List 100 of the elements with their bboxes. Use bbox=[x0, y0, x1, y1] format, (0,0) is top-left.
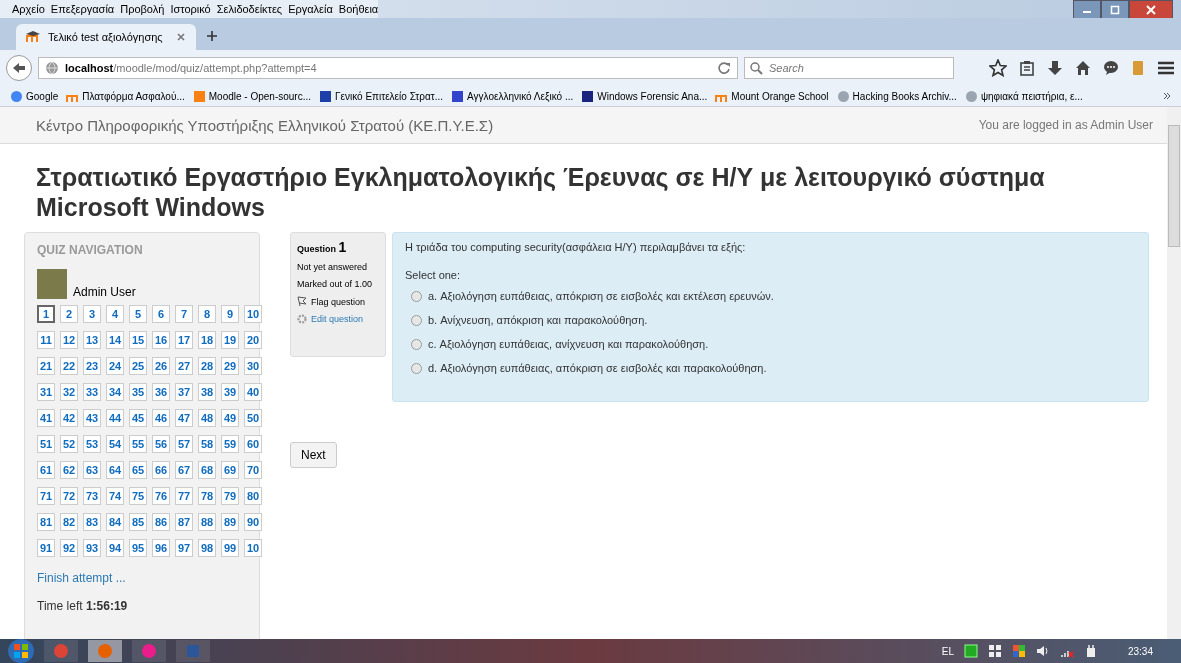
star-icon[interactable] bbox=[989, 59, 1007, 77]
menu-icon[interactable] bbox=[1157, 60, 1175, 76]
question-number-button[interactable]: 72 bbox=[60, 487, 78, 505]
question-number-button[interactable]: 61 bbox=[37, 461, 55, 479]
speaker-icon[interactable] bbox=[1035, 644, 1050, 658]
clipboard-icon[interactable] bbox=[1019, 60, 1035, 76]
question-number-button[interactable]: 32 bbox=[60, 383, 78, 401]
question-number-button[interactable]: 40 bbox=[244, 383, 262, 401]
site-name[interactable]: Κέντρο Πληροφορικής Υποστήριξης Ελληνικού Στρατού (ΚΕ.Π.Υ.Ε.Σ) bbox=[36, 116, 494, 134]
question-number-button[interactable]: 71 bbox=[37, 487, 55, 505]
question-number-button[interactable]: 96 bbox=[152, 539, 170, 557]
question-number-button[interactable]: 59 bbox=[221, 435, 239, 453]
question-number-button[interactable]: 18 bbox=[198, 331, 216, 349]
question-number-button[interactable]: 60 bbox=[244, 435, 262, 453]
question-number-button[interactable]: 75 bbox=[129, 487, 147, 505]
question-number-button[interactable]: 2 bbox=[60, 305, 78, 323]
back-button[interactable] bbox=[6, 55, 32, 81]
question-number-button[interactable]: 20 bbox=[244, 331, 262, 349]
question-number-button[interactable]: 49 bbox=[221, 409, 239, 427]
bookmark-item[interactable]: Mount Orange School bbox=[715, 89, 829, 103]
question-number-button[interactable]: 67 bbox=[175, 461, 193, 479]
question-number-button[interactable]: 8 bbox=[198, 305, 216, 323]
question-number-button[interactable]: 68 bbox=[198, 461, 216, 479]
question-number-button[interactable]: 7 bbox=[175, 305, 193, 323]
question-number-button[interactable]: 14 bbox=[106, 331, 124, 349]
close-button[interactable] bbox=[1129, 0, 1173, 20]
question-number-button[interactable]: 88 bbox=[198, 513, 216, 531]
bookmark-item[interactable]: Γενικό Επιτελείο Στρατ... bbox=[319, 89, 444, 103]
question-number-button[interactable]: 39 bbox=[221, 383, 239, 401]
question-number-button[interactable]: 30 bbox=[244, 357, 262, 375]
question-number-button[interactable]: 19 bbox=[221, 331, 239, 349]
question-number-button[interactable]: 23 bbox=[83, 357, 101, 375]
answer-option[interactable]: a. Αξιολόγηση ευπάθειας, απόκριση σε εισβολές και εκτέλεση ερευνών. bbox=[428, 290, 774, 302]
menu-item[interactable]: Επεξεργασία bbox=[50, 3, 115, 15]
question-number-button[interactable]: 54 bbox=[106, 435, 124, 453]
menu-item[interactable]: Βοήθεια bbox=[338, 3, 379, 15]
flag-icon[interactable] bbox=[297, 296, 307, 307]
question-number-button[interactable]: 80 bbox=[244, 487, 262, 505]
question-number-button[interactable]: 41 bbox=[37, 409, 55, 427]
question-number-button[interactable]: 10 bbox=[244, 305, 262, 323]
menu-item[interactable]: Αρχείο bbox=[12, 3, 45, 15]
chat-bubble-icon[interactable] bbox=[1103, 60, 1119, 76]
question-number-button[interactable]: 16 bbox=[152, 331, 170, 349]
home-icon[interactable] bbox=[1075, 60, 1091, 76]
question-number-button[interactable]: 45 bbox=[129, 409, 147, 427]
scrollbar[interactable] bbox=[1167, 107, 1181, 639]
question-number-button[interactable]: 11 bbox=[37, 331, 55, 349]
question-number-button[interactable]: 78 bbox=[198, 487, 216, 505]
question-number-button[interactable]: 58 bbox=[198, 435, 216, 453]
question-number-button[interactable]: 66 bbox=[152, 461, 170, 479]
question-number-button[interactable]: 43 bbox=[83, 409, 101, 427]
question-number-button[interactable]: 15 bbox=[129, 331, 147, 349]
reload-icon[interactable] bbox=[717, 61, 731, 75]
question-number-button[interactable]: 25 bbox=[129, 357, 147, 375]
question-number-button[interactable]: 29 bbox=[221, 357, 239, 375]
question-number-button[interactable]: 94 bbox=[106, 539, 124, 557]
bookmark-item[interactable]: Google bbox=[10, 89, 59, 103]
more-bookmarks-icon[interactable] bbox=[1163, 92, 1171, 100]
question-number-button[interactable]: 48 bbox=[198, 409, 216, 427]
menu-item[interactable]: Σελιδοδείκτες bbox=[216, 3, 283, 15]
bookmark-item[interactable]: Πλατφόρμα Ασφαλού... bbox=[66, 89, 185, 103]
bookmark-item[interactable]: Hacking Books Archiv... bbox=[836, 89, 957, 103]
download-icon[interactable] bbox=[1047, 60, 1063, 76]
question-number-button[interactable]: 42 bbox=[60, 409, 78, 427]
address-field[interactable]: localhost/moodle/mod/quiz/attempt.php?attempt=4 bbox=[38, 57, 738, 79]
menu-item[interactable]: Ιστορικό bbox=[170, 3, 211, 15]
question-number-button[interactable]: 56 bbox=[152, 435, 170, 453]
clock[interactable]: 23:34 bbox=[1127, 645, 1153, 657]
question-number-button[interactable]: 5 bbox=[129, 305, 147, 323]
flag-question-link[interactable]: Flag question bbox=[311, 296, 366, 307]
question-number-button[interactable]: 63 bbox=[83, 461, 101, 479]
question-number-button[interactable]: 35 bbox=[129, 383, 147, 401]
radio-button[interactable] bbox=[411, 362, 422, 374]
bookmark-item[interactable]: Moodle - Open-sourc... bbox=[192, 89, 311, 103]
answer-option[interactable]: b. Ανίχνευση, απόκριση και παρακολούθηση. bbox=[428, 314, 648, 326]
question-number-button[interactable]: 44 bbox=[106, 409, 124, 427]
question-number-button[interactable]: 53 bbox=[83, 435, 101, 453]
next-button[interactable]: Next bbox=[290, 442, 337, 468]
question-number-button[interactable]: 47 bbox=[175, 409, 193, 427]
edit-question-link[interactable]: Edit question bbox=[311, 314, 364, 324]
menu-item[interactable]: Προβολή bbox=[120, 3, 165, 15]
radio-button[interactable] bbox=[411, 290, 422, 302]
radio-button[interactable] bbox=[411, 338, 422, 350]
question-number-button[interactable]: 33 bbox=[83, 383, 101, 401]
minimize-button[interactable] bbox=[1073, 0, 1101, 20]
question-number-button[interactable]: 13 bbox=[83, 331, 101, 349]
question-number-button[interactable]: 50 bbox=[244, 409, 262, 427]
bookmark-item[interactable]: Αγγλοελληνικό Λεξικό ... bbox=[451, 89, 574, 103]
question-number-button[interactable]: 98 bbox=[198, 539, 216, 557]
question-number-button[interactable]: 24 bbox=[106, 357, 124, 375]
question-number-button[interactable]: 36 bbox=[152, 383, 170, 401]
question-number-button[interactable]: 87 bbox=[175, 513, 193, 531]
menu-item[interactable]: Εργαλεία bbox=[288, 3, 333, 15]
question-number-button[interactable]: 28 bbox=[198, 357, 216, 375]
question-number-button[interactable]: 82 bbox=[60, 513, 78, 531]
question-number-button[interactable]: 9 bbox=[221, 305, 239, 323]
question-number-button[interactable]: 27 bbox=[175, 357, 193, 375]
question-number-button[interactable]: 10 bbox=[244, 539, 262, 557]
question-number-button[interactable]: 77 bbox=[175, 487, 193, 505]
answer-option[interactable]: d. Αξιολόγηση ευπάθειας, απόκριση σε εισβολές και παρακολούθηση. bbox=[428, 362, 767, 374]
